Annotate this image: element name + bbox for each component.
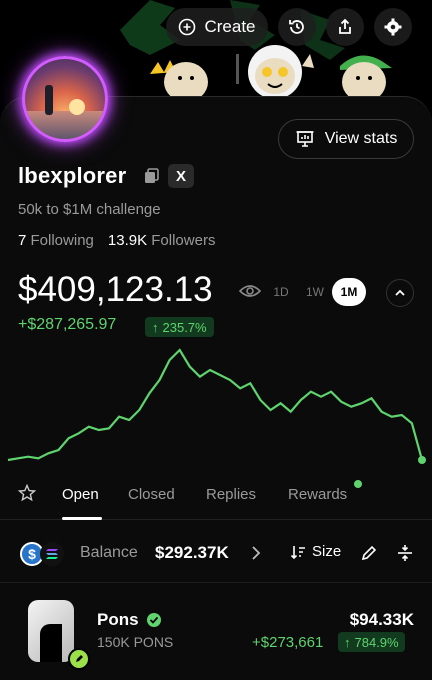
avatar[interactable] [22,56,108,142]
collapse-chart-button[interactable] [386,279,414,307]
active-tab-indicator [62,517,102,520]
copy-icon[interactable] [142,166,162,186]
x-logo-icon: X [175,167,186,185]
time-range-selector: 1D 1W 1M [264,278,372,306]
token-pnl-badge: ↑ 784.9% [338,632,405,652]
rewards-notification-dot [354,480,362,488]
chart-series-line [7,348,424,462]
token-name: Pons [97,610,139,629]
pnl-pct: 235.7% [162,319,207,335]
eye-icon[interactable] [239,283,261,299]
view-stats-button[interactable]: View stats [278,119,414,159]
tab-replies[interactable]: Replies [206,486,256,503]
token-pnl-pct: 784.9% [354,634,399,650]
history-button[interactable] [278,8,316,46]
share-icon [339,18,351,34]
portfolio-pnl-badge: ↑ 235.7% [145,317,214,337]
tab-rewards[interactable]: Rewards [288,486,347,503]
username: lbexplorer [18,163,127,188]
pencil-icon[interactable] [360,544,378,562]
balance-row[interactable]: $ Balance $292.37K Size [0,521,432,583]
balance-label: Balance [80,544,138,561]
balance-value: $292.37K [155,543,229,562]
sort-size-button[interactable]: Size [290,543,341,560]
plus-circle-icon [179,18,196,36]
follow-stats: 7 Following 13.9K Followers [18,232,215,249]
portfolio-pnl: +$287,265.97 [18,316,117,333]
top-actions: Create [0,8,432,48]
token-amount: 150K PONS [97,634,174,650]
create-button[interactable]: Create [166,8,268,46]
star-icon[interactable] [18,484,36,502]
pen-badge-icon [68,648,90,670]
portfolio-value: $409,123.13 [18,270,213,309]
token-pnl: +$273,661 [252,634,324,651]
chart-current-point [418,456,426,464]
sort-icon [290,545,305,559]
tab-open[interactable]: Open [62,486,99,503]
pons-token-icon [28,600,74,662]
share-button[interactable] [326,8,364,46]
portfolio-line-chart[interactable] [0,340,432,470]
token-value: $94.33K [349,610,414,629]
view-stats-label: View stats [324,130,398,147]
history-icon [289,20,304,34]
tab-closed[interactable]: Closed [128,486,175,503]
position-tabs: Open Closed Replies Rewards [0,480,432,520]
x-link-button[interactable]: X [168,164,194,188]
compress-icon[interactable] [396,544,414,562]
range-option-1m[interactable]: 1M [332,278,366,306]
range-option-1d[interactable]: 1D [264,278,298,306]
following-link[interactable]: 7 Following [18,232,94,249]
solana-coin-icon [40,542,64,566]
chevron-up-icon [395,289,405,296]
sort-label: Size [312,543,342,560]
settings-button[interactable] [374,8,412,46]
arrow-up-icon: ↑ [344,634,351,650]
chevron-right-icon[interactable] [250,545,262,561]
position-row[interactable]: Pons 150K PONS $94.33K +$273,661 ↑ 784.9… [0,584,432,680]
bio: 50k to $1M challenge [18,201,161,218]
verified-check-icon [147,613,161,627]
create-button-label: Create [204,17,256,36]
arrow-up-icon: ↑ [152,319,159,335]
followers-link[interactable]: 13.9K Followers [108,232,216,249]
range-option-1w[interactable]: 1W [298,278,332,306]
gear-icon [384,18,402,36]
presentation-chart-icon [296,131,314,147]
